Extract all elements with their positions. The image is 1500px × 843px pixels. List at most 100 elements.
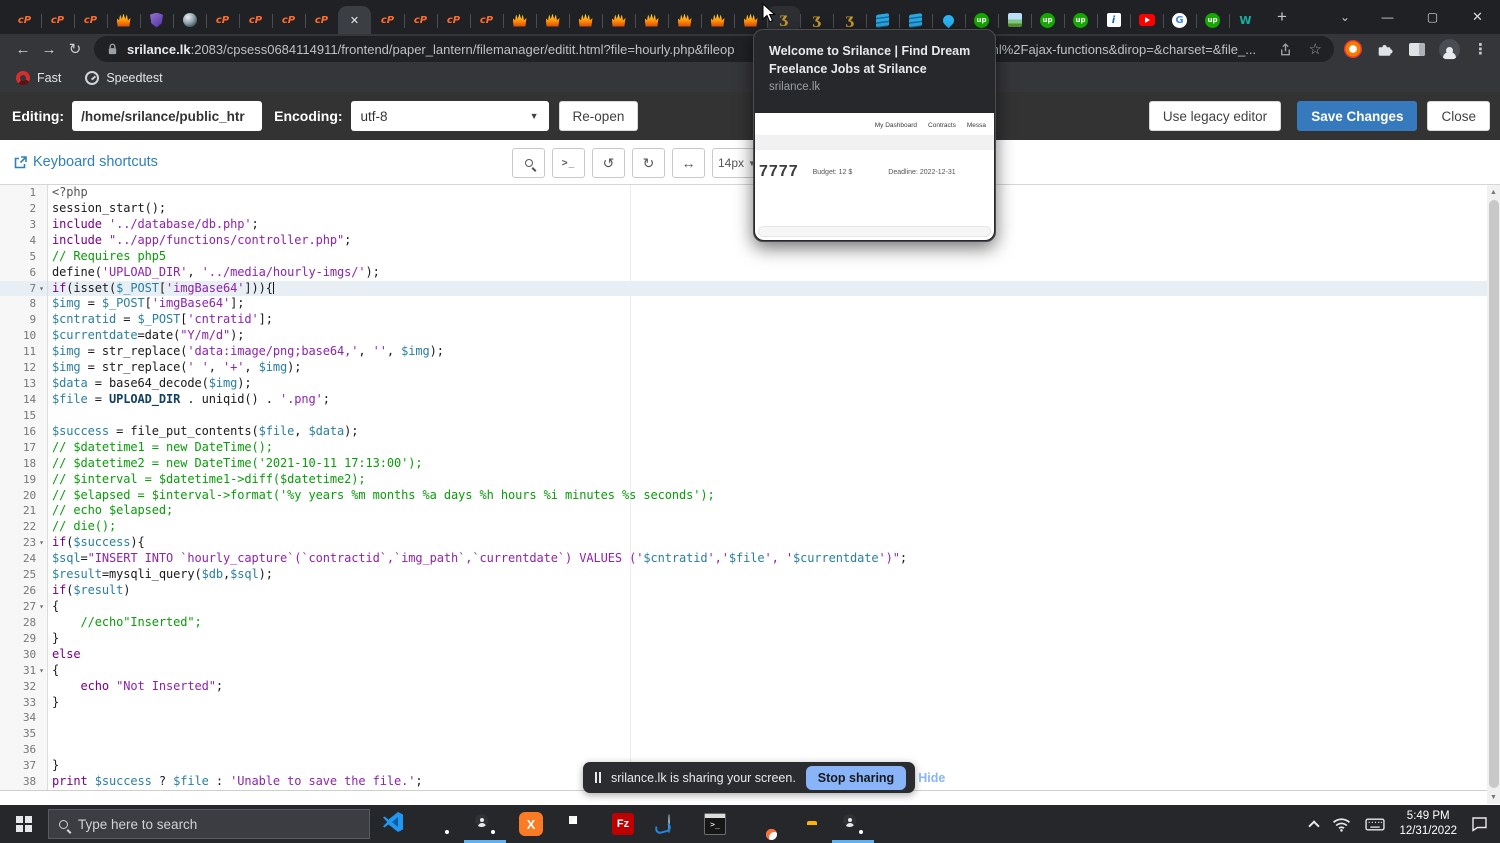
reopen-button[interactable]: Re-open bbox=[559, 101, 639, 131]
browser-tab[interactable] bbox=[536, 6, 569, 34]
photo-favicon-icon bbox=[1006, 12, 1023, 29]
taskbar-app-file-explorer[interactable] bbox=[784, 805, 830, 843]
browser-tab[interactable] bbox=[998, 6, 1031, 34]
undo-button[interactable]: ↺ bbox=[592, 148, 625, 178]
browser-tab[interactable]: cP bbox=[272, 6, 305, 34]
close-button[interactable]: Close bbox=[1427, 101, 1490, 131]
browser-menu-icon[interactable]: ⋮ bbox=[1473, 40, 1488, 58]
fold-toggle-icon[interactable]: ▾ bbox=[36, 663, 47, 679]
bookmark-fast[interactable]: Fast bbox=[16, 71, 61, 85]
tab-search-chevron-icon[interactable]: ⌄ bbox=[1325, 0, 1365, 34]
forward-icon[interactable]: → bbox=[36, 36, 62, 62]
reload-icon[interactable]: ↻ bbox=[62, 36, 88, 62]
scrollbar-thumb[interactable] bbox=[1489, 200, 1499, 788]
browser-tab[interactable] bbox=[635, 6, 668, 34]
taskbar-app-cmd[interactable]: >_ bbox=[692, 805, 738, 843]
browser-tab[interactable] bbox=[503, 6, 536, 34]
terminal-button[interactable]: >_ bbox=[552, 148, 585, 178]
action-center-icon[interactable] bbox=[1471, 816, 1488, 832]
taskbar-app-filezilla[interactable]: Fz bbox=[600, 805, 646, 843]
tab-close-icon[interactable]: ✕ bbox=[350, 14, 359, 27]
taskbar-clock[interactable]: 5:49 PM 12/31/2022 bbox=[1399, 809, 1457, 839]
encoding-select[interactable]: utf-8 ▼ bbox=[351, 101, 549, 131]
browser-tab[interactable] bbox=[140, 6, 173, 34]
keyboard-icon[interactable] bbox=[1365, 818, 1385, 831]
fold-toggle-icon[interactable]: ▾ bbox=[36, 281, 47, 297]
code-line: 31▾{ bbox=[0, 663, 1500, 679]
browser-tab[interactable] bbox=[602, 6, 635, 34]
encoding-label: Encoding: bbox=[274, 108, 342, 124]
browser-tab[interactable]: cP bbox=[437, 6, 470, 34]
browser-tab[interactable] bbox=[1130, 6, 1163, 34]
legacy-editor-button[interactable]: Use legacy editor bbox=[1149, 101, 1281, 131]
scroll-up-icon[interactable]: ▲ bbox=[1487, 185, 1500, 199]
browser-tab[interactable]: i bbox=[1097, 6, 1130, 34]
window-minimize-button[interactable]: — bbox=[1365, 0, 1410, 34]
browser-tab[interactable]: cP bbox=[404, 6, 437, 34]
browser-tab[interactable]: up bbox=[1064, 6, 1097, 34]
taskbar-app-postman[interactable] bbox=[738, 805, 784, 843]
stop-sharing-button[interactable]: Stop sharing bbox=[806, 766, 906, 790]
profile-avatar[interactable] bbox=[1439, 39, 1460, 60]
file-path-field[interactable]: /home/srilance/public_htr bbox=[72, 101, 262, 131]
browser-tab[interactable]: up bbox=[1031, 6, 1064, 34]
line-number: 23▾ bbox=[0, 535, 48, 551]
editing-label: Editing: bbox=[12, 108, 64, 124]
cpanel-favicon-icon: cP bbox=[280, 12, 297, 29]
browser-tab[interactable]: cP bbox=[470, 6, 503, 34]
browser-tab[interactable] bbox=[701, 6, 734, 34]
taskbar-app-sticky-notes[interactable] bbox=[554, 805, 600, 843]
extensions-puzzle-icon[interactable] bbox=[1375, 40, 1395, 58]
scroll-down-icon[interactable]: ▼ bbox=[1487, 790, 1500, 804]
bookmark-star-icon[interactable]: ☆ bbox=[1309, 40, 1322, 58]
taskbar-app-disc-recorder[interactable] bbox=[646, 805, 692, 843]
code-line: 34 bbox=[0, 710, 1500, 726]
browser-tab[interactable]: up bbox=[1196, 6, 1229, 34]
browser-tab[interactable]: W bbox=[1229, 6, 1262, 34]
keyboard-shortcuts-link[interactable]: Keyboard shortcuts bbox=[14, 154, 158, 170]
browser-tab[interactable]: cP bbox=[206, 6, 239, 34]
extension-icon[interactable] bbox=[1344, 40, 1362, 58]
taskbar-app-xampp[interactable]: X bbox=[508, 805, 554, 843]
browser-tab[interactable]: cP bbox=[74, 6, 107, 34]
line-number: 13 bbox=[0, 376, 48, 392]
tray-chevron-up-icon[interactable] bbox=[1309, 820, 1320, 831]
taskbar-app-vscode[interactable] bbox=[370, 805, 416, 843]
start-button[interactable] bbox=[0, 805, 48, 843]
browser-tab[interactable]: cP bbox=[41, 6, 74, 34]
share-icon[interactable] bbox=[1278, 42, 1293, 57]
wifi-icon[interactable] bbox=[1332, 817, 1351, 832]
browser-tab[interactable] bbox=[668, 6, 701, 34]
taskbar-app-chrome[interactable] bbox=[416, 805, 462, 843]
word-wrap-button[interactable]: ↔ bbox=[672, 148, 705, 178]
sidebar-icon[interactable] bbox=[1408, 42, 1426, 57]
new-tab-button[interactable]: + bbox=[1268, 3, 1296, 31]
browser-tab[interactable]: cP bbox=[305, 6, 338, 34]
bookmark-speedtest[interactable]: Speedtest bbox=[85, 71, 162, 85]
fold-toggle-icon[interactable]: ▾ bbox=[36, 535, 47, 551]
browser-tab[interactable]: cP bbox=[371, 6, 404, 34]
browser-tab[interactable]: G bbox=[1163, 6, 1196, 34]
browser-tab[interactable] bbox=[173, 6, 206, 34]
window-close-button[interactable]: ✕ bbox=[1455, 0, 1500, 34]
taskbar-search-input[interactable]: Type here to search bbox=[48, 809, 370, 839]
browser-tab[interactable] bbox=[569, 6, 602, 34]
browser-tab[interactable]: cP bbox=[8, 6, 41, 34]
address-bar[interactable]: srilance.lk:2083/cpsess0684114911/fronte… bbox=[94, 36, 1334, 62]
fold-toggle-icon[interactable]: ▾ bbox=[36, 599, 47, 615]
window-maximize-button[interactable]: ▢ bbox=[1410, 0, 1455, 34]
taskbar-app-chrome-profile[interactable] bbox=[830, 805, 876, 843]
back-icon[interactable]: ← bbox=[10, 36, 36, 62]
save-changes-button[interactable]: Save Changes bbox=[1297, 101, 1417, 131]
browser-tab[interactable] bbox=[107, 6, 140, 34]
browser-tab[interactable]: ✕ bbox=[338, 6, 371, 34]
hide-share-bar-link[interactable]: Hide bbox=[918, 771, 945, 785]
editor-scrollbar[interactable]: ▲ ▼ bbox=[1487, 185, 1500, 804]
filezilla-icon: Fz bbox=[612, 813, 634, 835]
code-editor[interactable]: 1<?php2session_start();3include '../data… bbox=[0, 185, 1500, 805]
search-button[interactable] bbox=[512, 148, 545, 178]
redo-button[interactable]: ↻ bbox=[632, 148, 665, 178]
browser-tab[interactable]: cP bbox=[239, 6, 272, 34]
taskbar-app-chrome-profile[interactable] bbox=[462, 805, 508, 843]
code-lines: 1<?php2session_start();3include '../data… bbox=[0, 185, 1500, 791]
